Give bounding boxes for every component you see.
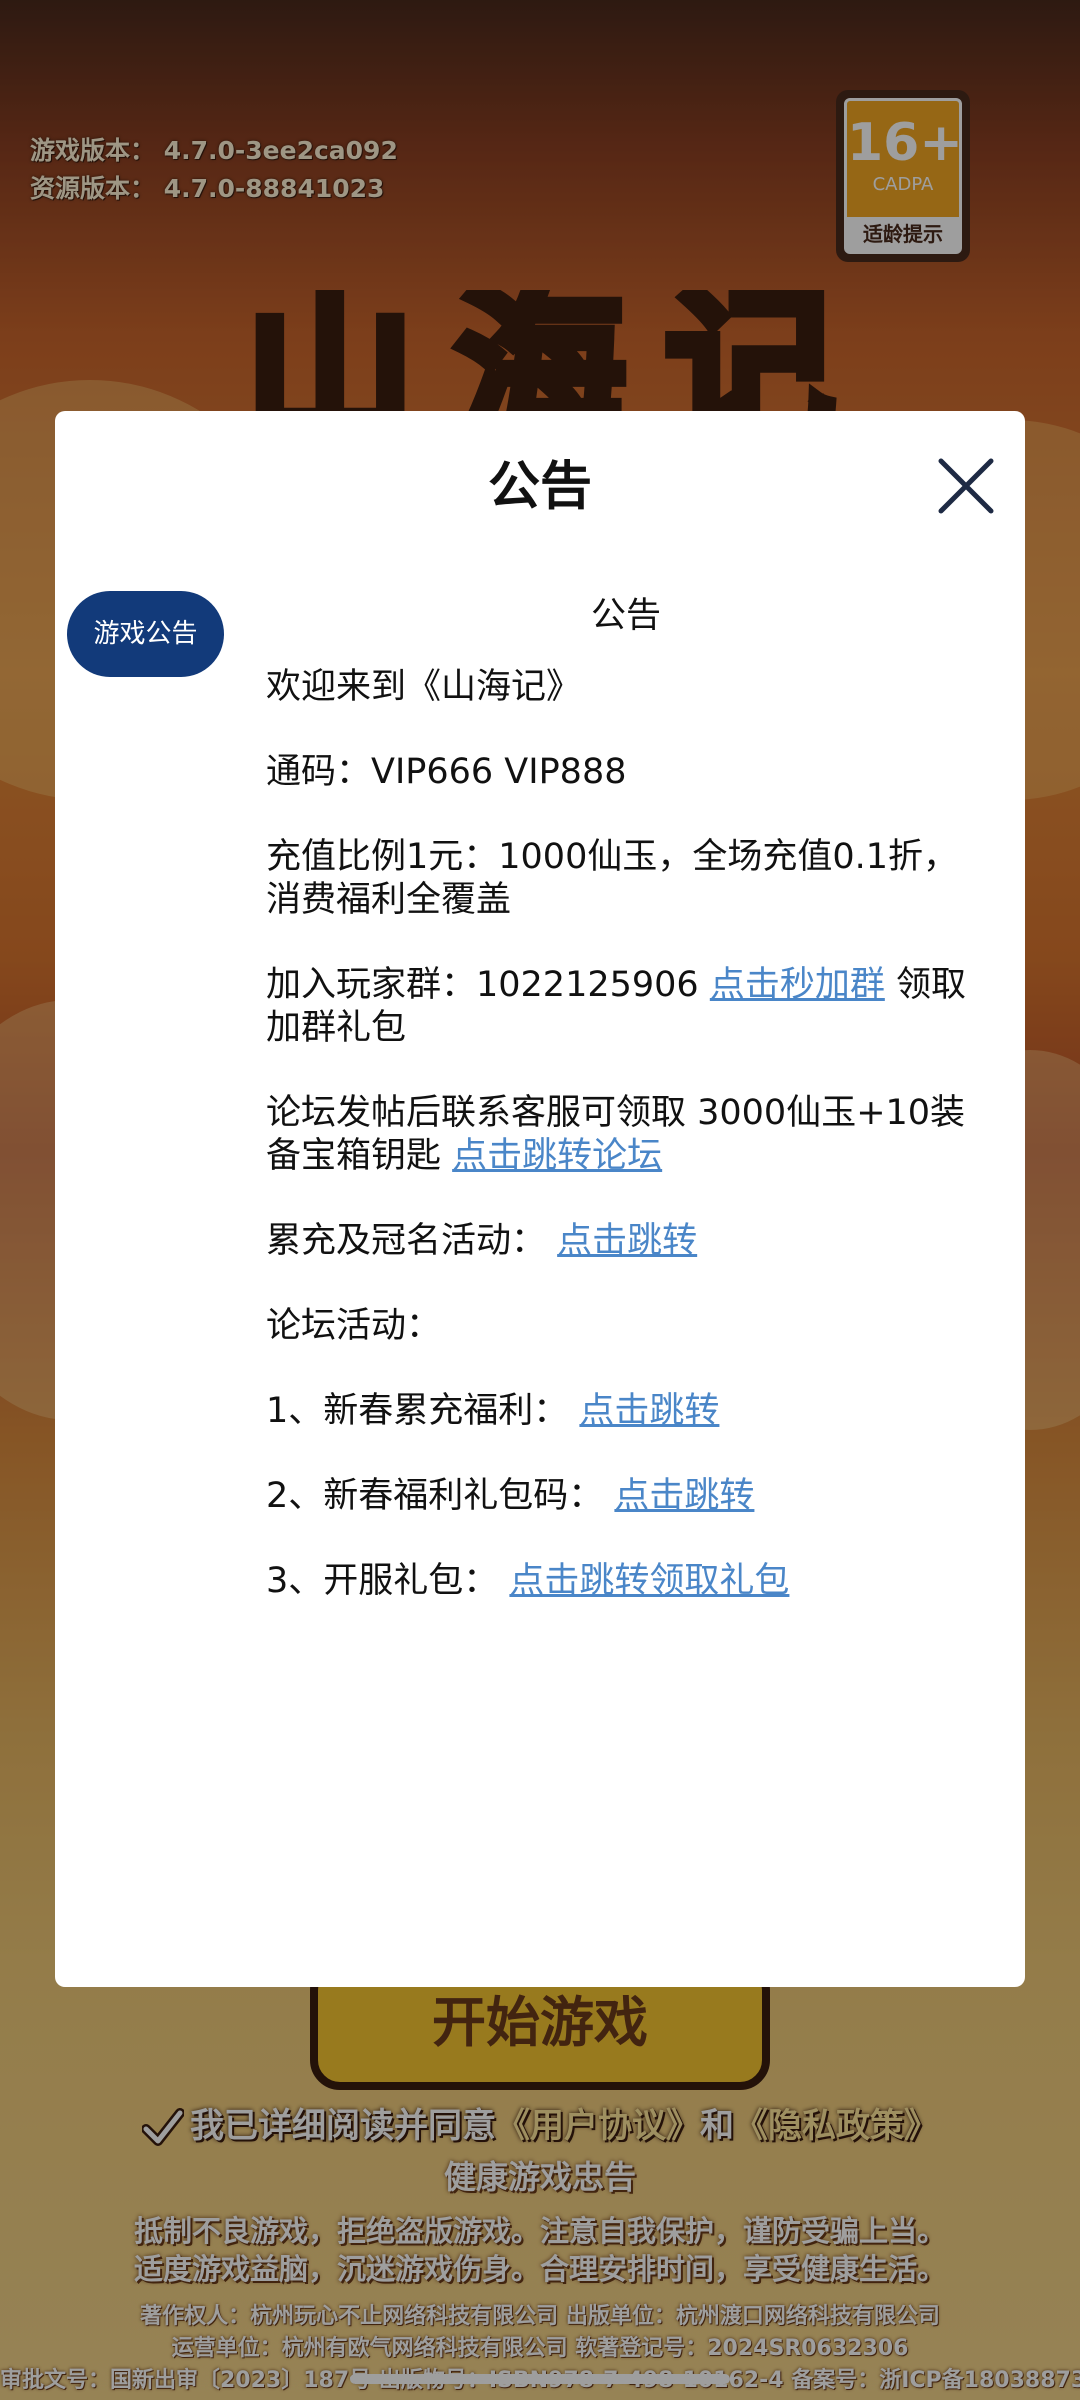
content-heading: 公告 — [590, 596, 661, 636]
activity-item-3: 3、开服礼包： 点击跳转领取礼包 — [266, 1560, 986, 1603]
close-button[interactable] — [935, 455, 997, 517]
announcement-content: 公告 欢迎来到《山海记》 通码：VIP666 VIP888 充值比例1元：100… — [266, 586, 986, 1645]
activity-item-3-label: 3、开服礼包： — [266, 1561, 510, 1601]
activity-item-3-link[interactable]: 点击跳转领取礼包 — [509, 1561, 789, 1601]
player-group-paragraph: 加入玩家群：1022125906 点击秒加群 领取加群礼包 — [266, 964, 986, 1050]
group-prefix: 加入玩家群：1022125906 — [266, 965, 710, 1005]
cumulative-activity-paragraph: 累充及冠名活动： 点击跳转 — [266, 1220, 986, 1263]
welcome-text: 欢迎来到《山海记》 — [266, 667, 582, 707]
cumulative-activity-link[interactable]: 点击跳转 — [557, 1221, 697, 1261]
forum-link[interactable]: 点击跳转论坛 — [452, 1136, 662, 1176]
activity-item-1-label: 1、新春累充福利： — [266, 1391, 580, 1431]
activity-item-2: 2、新春福利礼包码： 点击跳转 — [266, 1475, 986, 1518]
activity-item-2-link[interactable]: 点击跳转 — [614, 1476, 754, 1516]
forum-reward-paragraph: 论坛发帖后联系客服可领取 3000仙玉+10装备宝箱钥匙 点击跳转论坛 — [266, 1092, 986, 1178]
activity-item-2-label: 2、新春福利礼包码： — [266, 1476, 615, 1516]
cumulative-prefix: 累充及冠名活动： — [266, 1221, 558, 1261]
announcement-dialog: 公告 游戏公告 公告 欢迎来到《山海记》 通码：VIP666 VIP888 充值… — [55, 411, 1025, 1987]
close-icon — [938, 458, 994, 514]
dialog-title: 公告 — [487, 457, 592, 517]
activity-item-1: 1、新春累充福利： 点击跳转 — [266, 1390, 986, 1433]
forum-activity-heading: 论坛活动： — [266, 1306, 442, 1346]
recharge-ratio-text: 充值比例1元：1000仙玉，全场充值0.1折，消费福利全覆盖 — [266, 837, 959, 920]
join-group-link[interactable]: 点击秒加群 — [710, 965, 885, 1005]
activity-item-1-link[interactable]: 点击跳转 — [579, 1391, 719, 1431]
game-launch-screen: 山海记 游戏版本： 4.7.0-3ee2ca092 资源版本： 4.7.0-88… — [0, 0, 1080, 2400]
promo-code-text: 通码：VIP666 VIP888 — [266, 752, 627, 792]
tab-game-notice[interactable]: 游戏公告 — [67, 591, 224, 677]
